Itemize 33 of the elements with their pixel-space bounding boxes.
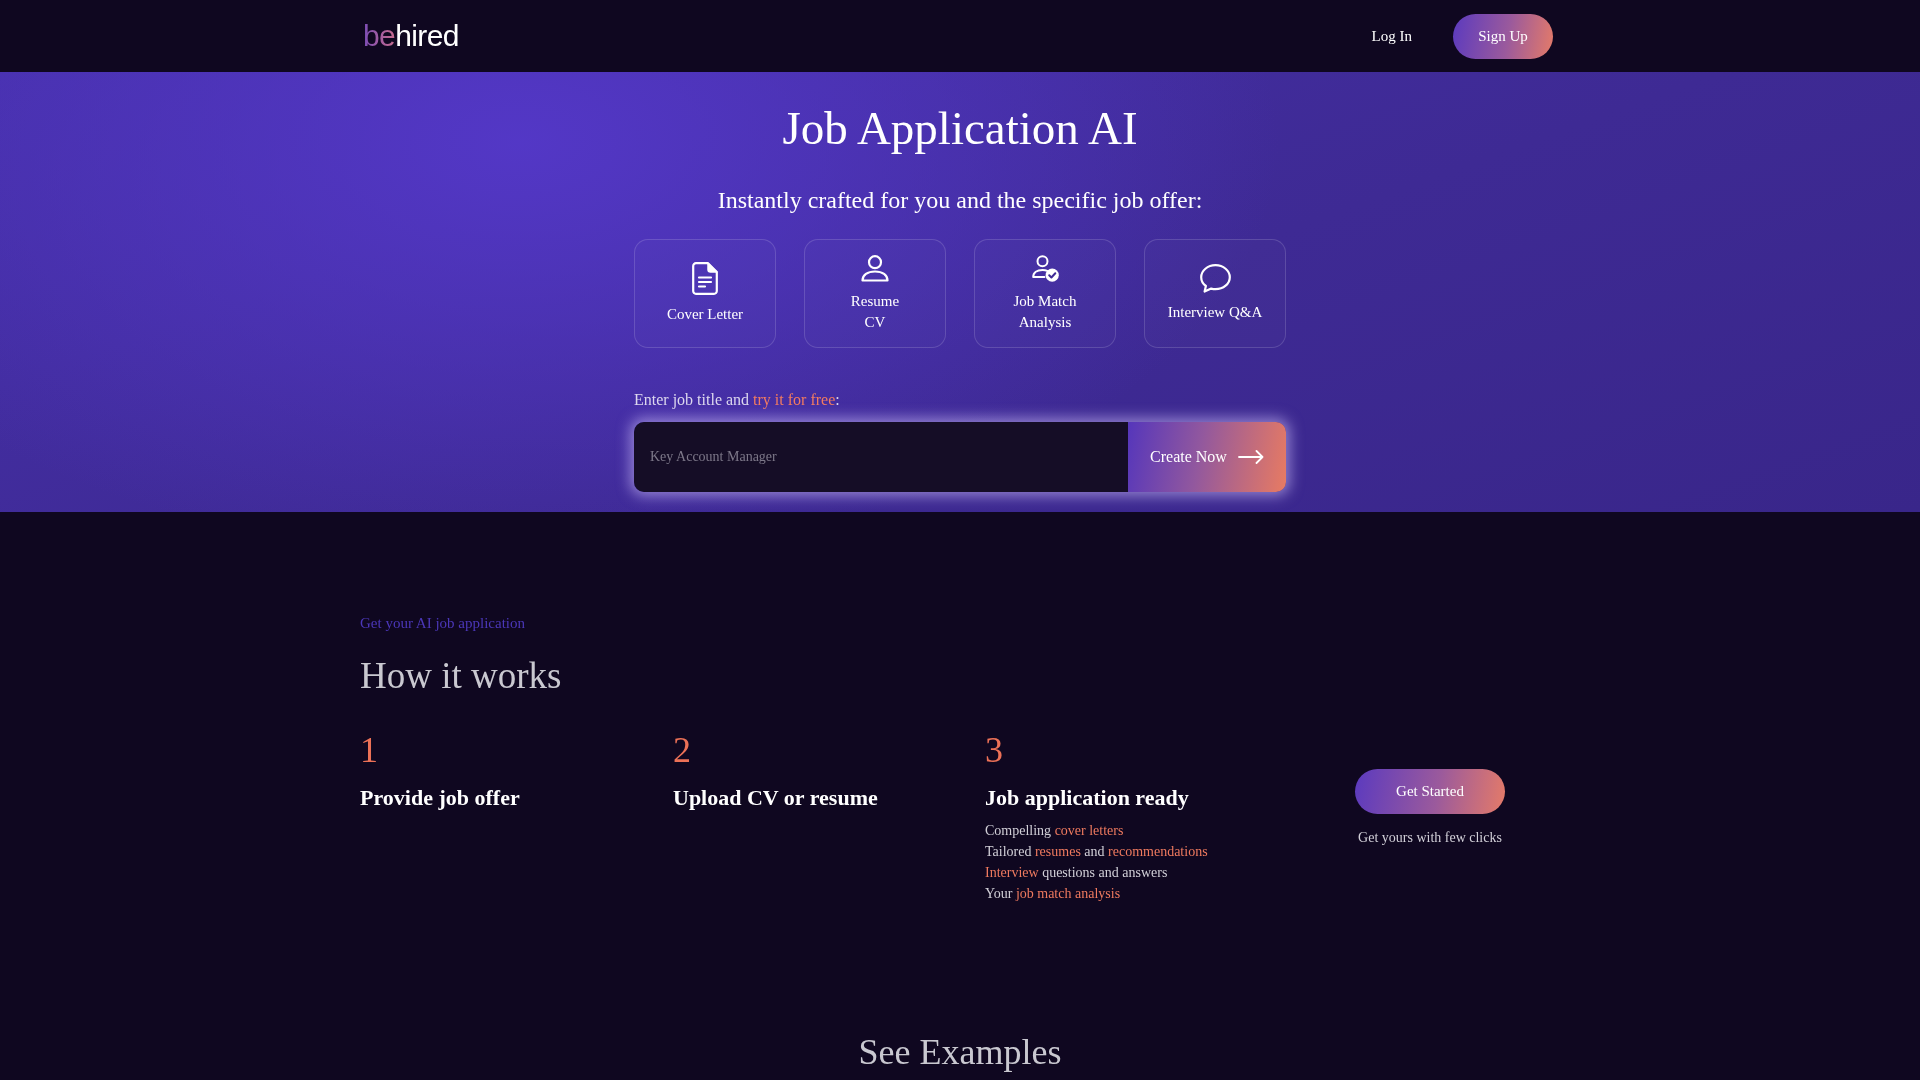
speech-bubble-icon [1199, 264, 1231, 293]
section-eyebrow: Get your AI job application [360, 614, 526, 633]
feature-label: Cover Letter [666, 305, 744, 324]
log-in-link[interactable]: Log In [1371, 26, 1412, 46]
step-detail-text: Interview questions and answers [985, 864, 1169, 882]
step-detail-text: Tailored resumes and recommendations [985, 843, 1209, 861]
step-number: 1 [360, 729, 379, 771]
get-started-button[interactable]: Get Started [1355, 769, 1505, 814]
document-icon [692, 262, 718, 295]
step-number: 2 [673, 729, 692, 771]
cta-caption: Get yours with few clicks [1358, 829, 1502, 847]
step-detail-text: Your job match analysis [985, 885, 1122, 903]
step-title: Job application ready [985, 784, 1190, 812]
sign-up-button[interactable]: Sign Up [1453, 13, 1553, 59]
feature-label: Job Match Analysis [1013, 291, 1077, 332]
hero-title: Job Application AI [782, 101, 1138, 156]
feature-label: Resume CV [850, 291, 900, 332]
step-title: Upload CV or resume [673, 784, 879, 812]
section-title: How it works [360, 654, 563, 698]
arrow-right-icon [1237, 450, 1264, 464]
create-now-button[interactable]: Create Now [1128, 422, 1286, 492]
person-icon [861, 254, 889, 282]
feature-label: Interview Q&A [1167, 303, 1263, 322]
step-title: Provide job offer [360, 784, 521, 812]
job-title-input[interactable]: Key Account Manager [634, 422, 1128, 492]
try-for-free-link[interactable]: try it for free [753, 391, 836, 408]
step-detail-text: Compelling cover letters [985, 822, 1125, 840]
behired-logo[interactable]: behired [363, 18, 459, 54]
step-number: 3 [985, 729, 1004, 771]
person-check-icon [1031, 254, 1059, 282]
examples-title: See Examples [857, 1031, 1063, 1074]
prompt-text: Enter job title and try it for free: [634, 390, 841, 411]
hero-subtitle: Instantly crafted for you and the specific job offer: [717, 186, 1203, 215]
